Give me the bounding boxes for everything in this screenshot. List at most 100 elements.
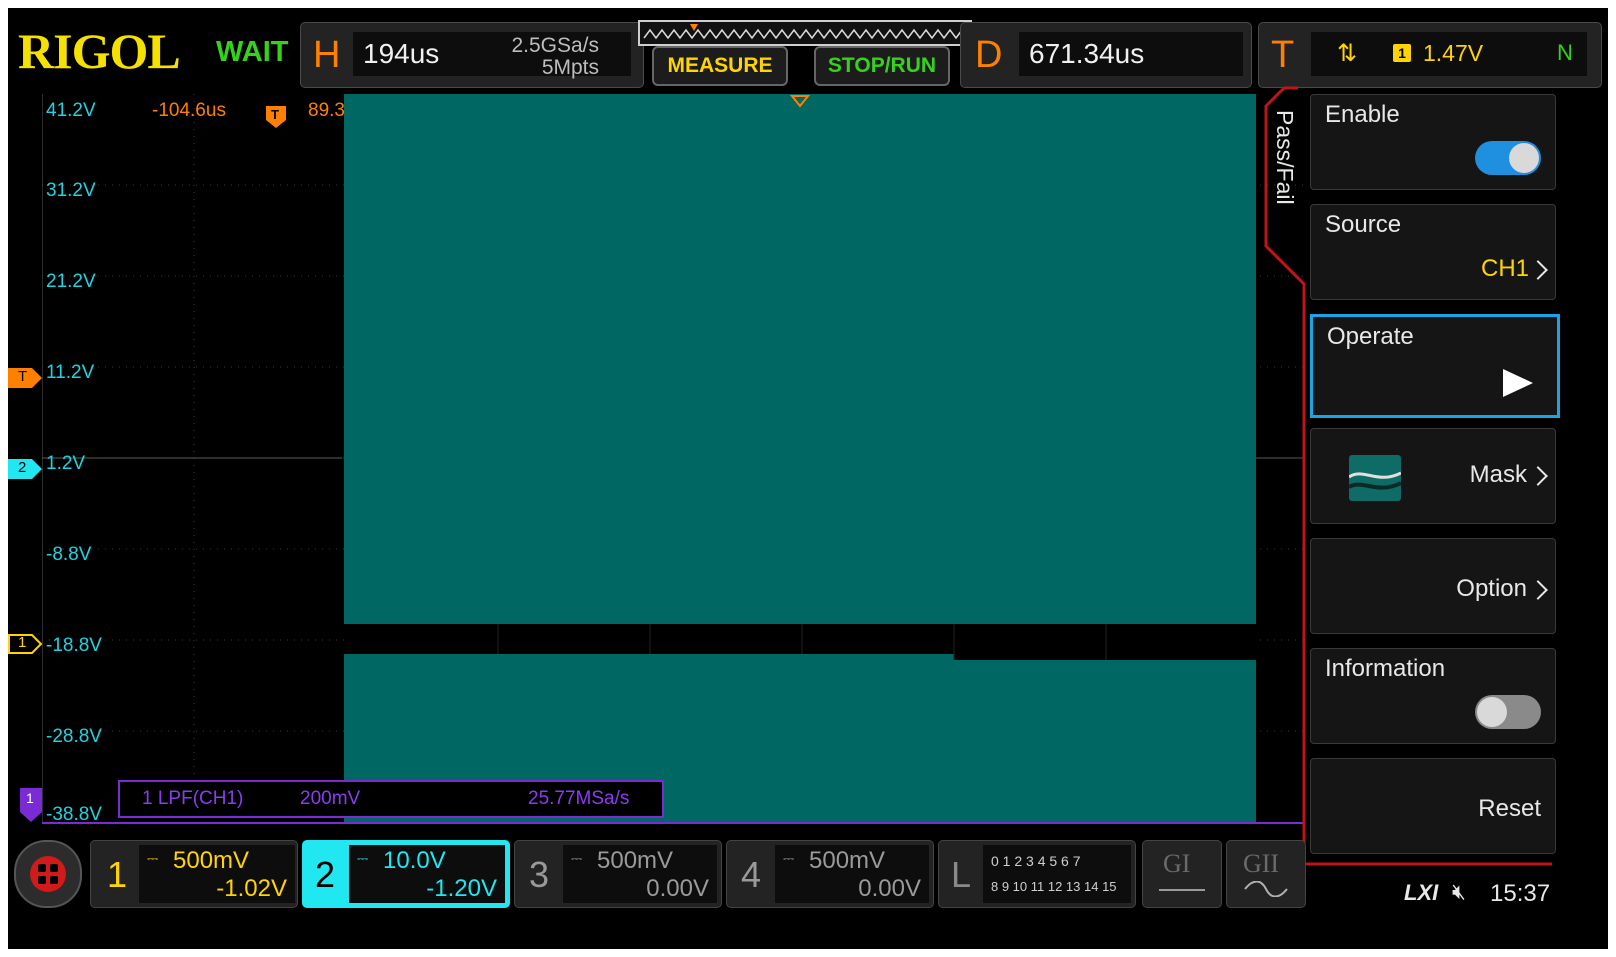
channel2-box[interactable]: 2 ⎓ 10.0V -1.20V [302, 840, 510, 908]
sample-rate: 2.5GSa/s [511, 34, 599, 57]
menu-option[interactable]: Option [1310, 538, 1556, 634]
y-label-5: -8.8V [46, 544, 92, 565]
menu-information[interactable]: Information [1310, 648, 1556, 744]
trigger-source-badge: 1 [1393, 44, 1411, 62]
menu-source[interactable]: Source CH1 [1310, 204, 1556, 300]
mute-icon[interactable]: 🔇︎ [1452, 880, 1466, 905]
trigger-label: T [1271, 34, 1295, 76]
cursor-b-readout: 89.3 [308, 100, 344, 121]
operate-label: Operate [1327, 323, 1414, 350]
memory-depth: 5Mpts [541, 56, 599, 79]
waveform-display[interactable]: 41.2V 31.2V 21.2V 11.2V 1.2V -8.8V -18.8… [42, 94, 1304, 825]
channel3-number: 3 [529, 854, 550, 895]
math-offset-marker[interactable]: 1 [20, 788, 42, 822]
play-icon [1503, 369, 1533, 397]
source-chevron-icon [1528, 260, 1548, 280]
trigger-level-marker[interactable]: T [8, 366, 42, 390]
y-label-3: 11.2V [46, 362, 95, 383]
channel2-offset-marker[interactable]: 2 [8, 457, 42, 481]
channel2-number: 2 [315, 854, 336, 895]
information-label: Information [1325, 655, 1446, 682]
trigger-cursor-letter: T [271, 107, 279, 122]
channel4-box[interactable]: 4 ⎓ 500mV 0.00V [726, 840, 934, 908]
trigger-panel[interactable]: T ⇅ 1 1.47V N [1258, 22, 1602, 88]
channel3-box[interactable]: 3 ⎓ 500mV 0.00V [514, 840, 722, 908]
trigger-cursor-icon[interactable]: T [266, 106, 286, 128]
information-toggle[interactable] [1475, 695, 1541, 729]
channel2-marker-label: 2 [18, 459, 27, 476]
y-label-8: -38.8V [46, 804, 102, 825]
y-label-2: 21.2V [46, 271, 96, 292]
channel3-offset: 0.00V [646, 875, 709, 902]
clock: 15:37 [1490, 880, 1551, 907]
trigger-level-marker-label: T [18, 368, 28, 385]
math-rate: 25.77MSa/s [528, 788, 630, 809]
channel2-scale: 10.0V [383, 847, 446, 874]
y-label-7: -28.8V [46, 726, 102, 747]
enable-label: Enable [1325, 101, 1400, 128]
stop-run-button[interactable]: STOP/RUN [814, 46, 950, 86]
math-marker-label: 1 [26, 790, 34, 806]
logic-row2: 8 9 10 11 12 13 14 15 [991, 879, 1117, 894]
dc-coupling-icon: ⎓ [147, 851, 159, 867]
generator1-label: GI [1163, 849, 1191, 878]
math-label: 1 LPF(CH1) [142, 788, 244, 809]
trigger-settings: ⇅ 1 1.47V N [1311, 32, 1587, 76]
graticule [42, 94, 1304, 824]
logic-channels: 0 1 2 3 4 5 6 7 8 9 10 11 12 13 14 15 [983, 845, 1131, 903]
home-button[interactable] [14, 840, 82, 908]
channel1-box[interactable]: 1 ⎓ 500mV -1.02V [90, 840, 298, 908]
oscilloscope-screen: RIGOL WAIT H 194us 2.5GSa/s 5Mpts MEASUR… [8, 8, 1608, 949]
menu-tab[interactable]: Pass/Fail [1266, 108, 1302, 268]
mask-chevron-icon [1528, 466, 1548, 486]
mask-label: Mask [1469, 461, 1527, 488]
logic-label: L [951, 854, 972, 895]
sine-wave-icon [1244, 881, 1288, 897]
channel1-offset-marker[interactable]: 1 [8, 632, 42, 656]
delay-label: D [975, 34, 1003, 76]
menu-operate[interactable]: Operate [1310, 314, 1560, 418]
memory-wave-icon [643, 24, 963, 40]
trigger-level: 1.47V [1423, 40, 1484, 66]
channel3-scale: 500mV [597, 847, 674, 874]
channel1-number: 1 [107, 854, 128, 895]
channel4-scale: 500mV [809, 847, 886, 874]
brand-logo: RIGOL [18, 23, 181, 79]
mask-icon [1349, 455, 1401, 501]
edge-icon: ⇅ [1337, 39, 1358, 67]
dc-line-icon [1159, 889, 1205, 891]
enable-toggle[interactable] [1475, 141, 1541, 175]
channel4-values: ⎓ 500mV 0.00V [775, 845, 929, 903]
menu-mask[interactable]: Mask [1310, 428, 1556, 524]
measure-button[interactable]: MEASURE [652, 46, 788, 86]
lxi-logo: LXI [1404, 880, 1439, 905]
generator1-box[interactable]: GI [1142, 840, 1222, 908]
channel1-scale: 500mV [173, 847, 250, 874]
memory-position-bar [638, 20, 972, 46]
generator2-label: GII [1243, 849, 1280, 878]
option-label: Option [1456, 575, 1527, 602]
generator2-box[interactable]: GII [1226, 840, 1306, 908]
acquisition-status: WAIT [216, 36, 289, 68]
menu-reset[interactable]: Reset [1310, 758, 1556, 854]
option-chevron-icon [1528, 580, 1548, 600]
logic-row1: 0 1 2 3 4 5 6 7 [991, 853, 1081, 869]
math-info-box[interactable]: 1 LPF(CH1) 200mV 25.77MSa/s [118, 780, 664, 818]
menu-enable[interactable]: Enable [1310, 94, 1556, 190]
logic-box[interactable]: L 0 1 2 3 4 5 6 7 8 9 10 11 12 13 14 15 [938, 840, 1136, 908]
source-value: CH1 [1480, 255, 1529, 282]
menu-tab-label: Pass/Fail [1272, 110, 1298, 205]
y-label-1: 31.2V [46, 180, 96, 201]
delay-panel[interactable]: D 671.34us [960, 22, 1252, 88]
reset-label: Reset [1478, 795, 1541, 822]
horizontal-panel[interactable]: H 194us 2.5GSa/s 5Mpts [300, 22, 644, 88]
source-label: Source [1325, 211, 1402, 238]
channel4-number: 4 [741, 854, 762, 895]
trigger-mode: N [1557, 40, 1573, 65]
channel1-values: ⎓ 500mV -1.02V [139, 845, 295, 903]
home-icon [30, 856, 66, 892]
channel2-values: ⎓ 10.0V -1.20V [349, 845, 505, 903]
information-toggle-knob [1477, 697, 1507, 727]
timebase-text: 194us [363, 38, 440, 69]
math-scale: 200mV [300, 788, 361, 809]
